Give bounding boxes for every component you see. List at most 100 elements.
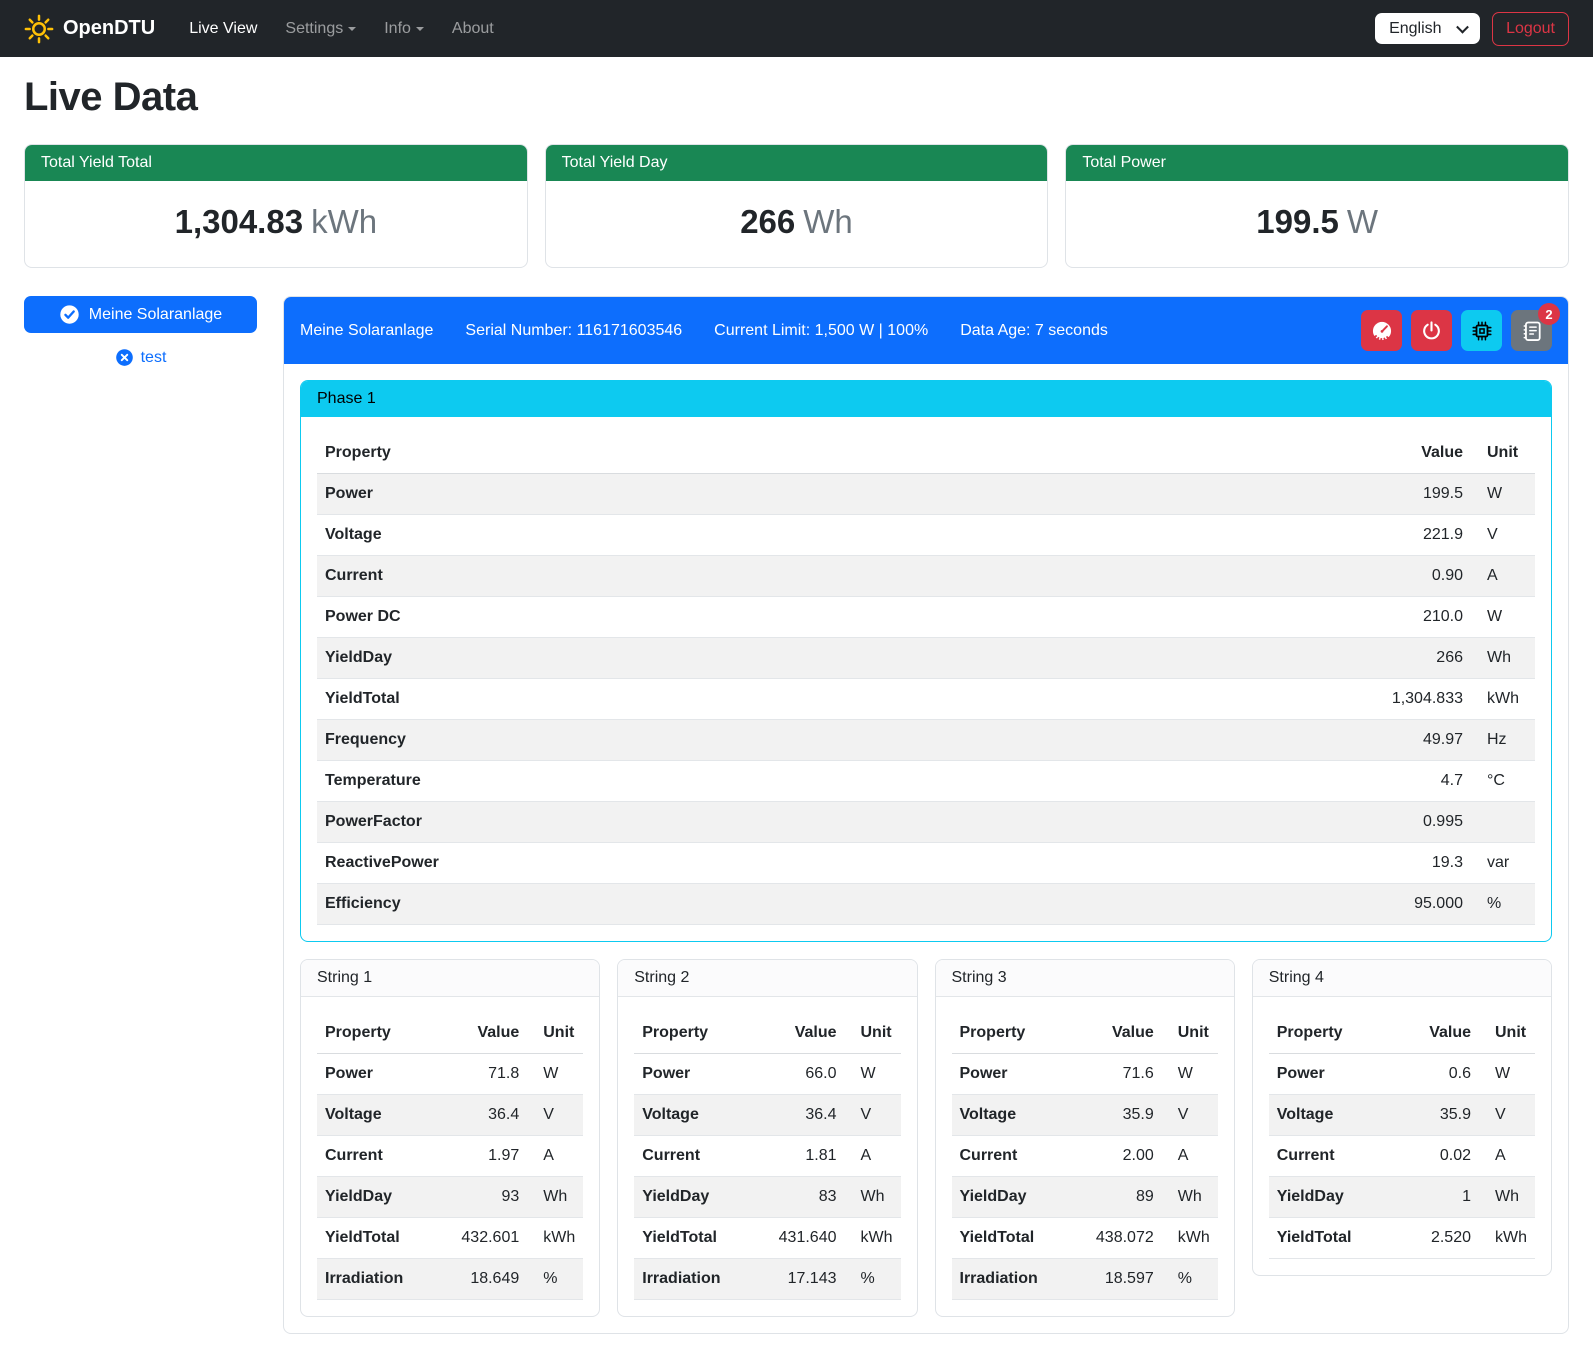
header-row: Property Value Unit (634, 1013, 900, 1054)
inverter-card-body: Phase 1 Property Value Unit Power199.5WV… (284, 364, 1568, 1333)
value-cell: 89 (1070, 1177, 1162, 1218)
nav-about[interactable]: About (438, 12, 508, 46)
inverter-name: Meine Solaranlage (300, 322, 433, 340)
col-header-unit: Unit (1162, 1013, 1218, 1054)
strings-row: String 1 Property Value Unit (300, 959, 1552, 1317)
col-header-value: Value (435, 1013, 527, 1054)
value-cell: 1.81 (753, 1136, 845, 1177)
device-info-button[interactable] (1461, 310, 1502, 351)
caret-down-icon (416, 27, 424, 31)
nav-settings-dropdown[interactable]: Settings (271, 12, 370, 46)
col-header-property: Property (1269, 1013, 1387, 1054)
table-row: Irradiation18.649% (317, 1259, 583, 1300)
event-count-badge: 2 (1538, 303, 1560, 325)
string-table: Property Value Unit Power71.6WVoltage35.… (952, 1013, 1218, 1300)
string-table-head: Property Value Unit (634, 1013, 900, 1054)
summary-card-total-power: Total Power 199.5W (1065, 144, 1569, 268)
property-cell: Power (317, 474, 1321, 515)
summary-value: 266 (740, 203, 795, 240)
table-row: Current0.90A (317, 556, 1535, 597)
string-card-1: String 1 Property Value Unit (300, 959, 600, 1317)
value-cell: 18.649 (435, 1259, 527, 1300)
string-card-body: Property Value Unit Power71.8WVoltage36.… (301, 997, 599, 1316)
unit-cell: kWh (845, 1218, 901, 1259)
inverter-select-button[interactable]: Meine Solaranlage (24, 296, 257, 333)
table-row: Current2.00A (952, 1136, 1218, 1177)
table-row: YieldDay266Wh (317, 638, 1535, 679)
unit-cell: A (1162, 1136, 1218, 1177)
inverter-serial: Serial Number: 116171603546 (465, 322, 682, 340)
inverter-limit: Current Limit: 1,500 W | 100% (714, 322, 928, 340)
unit-cell: kWh (1479, 1218, 1535, 1259)
table-row: Power71.6W (952, 1054, 1218, 1095)
nav-settings-label: Settings (285, 20, 343, 37)
value-cell: 1 (1387, 1177, 1479, 1218)
language-select[interactable]: English (1375, 13, 1480, 44)
value-cell: 36.4 (435, 1095, 527, 1136)
limit-settings-button[interactable] (1361, 310, 1402, 351)
unit-cell: A (527, 1136, 583, 1177)
unit-cell: Wh (1471, 638, 1535, 679)
nav-info-dropdown[interactable]: Info (370, 12, 438, 46)
event-log-button[interactable]: 2 (1511, 310, 1552, 351)
value-cell: 0.995 (1321, 802, 1471, 843)
summary-value: 199.5 (1256, 203, 1339, 240)
unit-cell: °C (1471, 761, 1535, 802)
property-cell: Temperature (317, 761, 1321, 802)
power-button[interactable] (1411, 310, 1452, 351)
value-cell: 66.0 (753, 1054, 845, 1095)
nav-live-view[interactable]: Live View (175, 12, 271, 46)
table-row: YieldTotal432.601kWh (317, 1218, 583, 1259)
col-header-unit: Unit (527, 1013, 583, 1054)
unit-cell: % (845, 1259, 901, 1300)
property-cell: YieldTotal (317, 1218, 435, 1259)
unit-cell: var (1471, 843, 1535, 884)
string-table: Property Value Unit Power66.0WVoltage36.… (634, 1013, 900, 1300)
col-header-property: Property (952, 1013, 1070, 1054)
table-row: Voltage221.9V (317, 515, 1535, 556)
value-cell: 93 (435, 1177, 527, 1218)
brand-label: OpenDTU (63, 17, 155, 40)
x-circle-icon (115, 348, 134, 367)
logout-button[interactable]: Logout (1492, 12, 1569, 46)
table-row: YieldDay93Wh (317, 1177, 583, 1218)
summary-card-body: 266Wh (546, 181, 1048, 267)
string-table-head: Property Value Unit (952, 1013, 1218, 1054)
summary-card-total-yield-total: Total Yield Total 1,304.83kWh (24, 144, 528, 268)
table-row: Power199.5W (317, 474, 1535, 515)
value-cell: 0.90 (1321, 556, 1471, 597)
language-select-wrap: English (1375, 13, 1480, 44)
unit-cell: A (1479, 1136, 1535, 1177)
summary-card-title: Total Power (1066, 145, 1568, 181)
inverter-selector-sidebar: Meine Solaranlage test (24, 296, 257, 367)
header-row: Property Value Unit (317, 433, 1535, 474)
phase-panel-title: Phase 1 (301, 381, 1551, 417)
inverter-select-label: Meine Solaranlage (89, 306, 222, 324)
table-row: YieldDay89Wh (952, 1177, 1218, 1218)
table-row: Voltage35.9V (1269, 1095, 1535, 1136)
phase-panel-body: Property Value Unit Power199.5WVoltage22… (301, 417, 1551, 941)
property-cell: Power (317, 1054, 435, 1095)
summary-card-title: Total Yield Day (546, 145, 1048, 181)
value-cell: 1,304.833 (1321, 679, 1471, 720)
string-card-title: String 4 (1253, 960, 1551, 997)
property-cell: YieldTotal (952, 1218, 1070, 1259)
string-card-body: Property Value Unit Power71.6WVoltage35.… (936, 997, 1234, 1316)
property-cell: Current (317, 1136, 435, 1177)
header-row: Property Value Unit (317, 1013, 583, 1054)
string-table: Property Value Unit Power0.6WVoltage35.9… (1269, 1013, 1535, 1259)
caret-down-icon (348, 27, 356, 31)
value-cell: 71.6 (1070, 1054, 1162, 1095)
unit-cell: W (845, 1054, 901, 1095)
unit-cell: V (527, 1095, 583, 1136)
inverter-list-item-test[interactable]: test (24, 348, 257, 367)
col-header-property: Property (317, 1013, 435, 1054)
header-row: Property Value Unit (1269, 1013, 1535, 1054)
col-header-unit: Unit (845, 1013, 901, 1054)
brand-link[interactable]: OpenDTU (24, 14, 155, 44)
property-cell: Current (952, 1136, 1070, 1177)
col-header-unit: Unit (1471, 433, 1535, 474)
property-cell: YieldTotal (634, 1218, 752, 1259)
string-table-body: Power71.8WVoltage36.4VCurrent1.97AYieldD… (317, 1054, 583, 1300)
property-cell: YieldTotal (1269, 1218, 1387, 1259)
